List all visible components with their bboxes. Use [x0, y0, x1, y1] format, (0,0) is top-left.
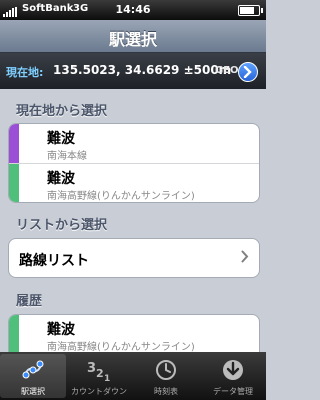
- station-name: 難波: [47, 171, 75, 187]
- station-row[interactable]: 難波 南海高野線(りんかんサンライン): [9, 164, 259, 202]
- tab-label: 時刻表: [154, 387, 178, 396]
- station-row[interactable]: 難波 南海高野線(りんかんサンライン): [9, 315, 259, 355]
- timetable-icon: [156, 360, 176, 380]
- tab-timetable[interactable]: 時刻表: [133, 354, 199, 398]
- download-icon: [223, 360, 243, 380]
- battery-icon: [238, 5, 263, 16]
- route-list-group: 路線リスト: [8, 238, 260, 278]
- location-coordinates: 135.5023, 34.6629 ±500m: [53, 63, 232, 77]
- page-title: 駅選択: [108, 30, 157, 49]
- line-color-bar: [9, 315, 19, 354]
- countdown-icon: 3 2 1: [87, 361, 110, 382]
- status-time: 14:46: [115, 3, 151, 16]
- line-name: 南海高野線(りんかんサンライン): [47, 191, 195, 202]
- station-name: 難波: [47, 131, 75, 147]
- location-label: 現在地:: [6, 66, 44, 79]
- station-select-icon: [22, 360, 44, 379]
- route-list-row[interactable]: 路線リスト: [9, 239, 259, 277]
- tab-label: データ管理: [213, 387, 253, 396]
- navigation-bar: 駅選択: [0, 20, 266, 53]
- station-row[interactable]: 難波 南海本線: [9, 124, 259, 164]
- tab-station-select[interactable]: 駅選択: [0, 354, 66, 398]
- line-name: 南海本線: [47, 151, 87, 162]
- tab-bar: 駅選択 3 2 1 カウントダウン 時刻表 データ管理: [0, 352, 266, 400]
- current-location-station-list: 難波 南海本線 難波 南海高野線(りんかんサンライン): [8, 123, 260, 203]
- tab-label: 駅選択: [21, 387, 45, 396]
- geo-label: GEO: [215, 65, 239, 76]
- route-list-label: 路線リスト: [19, 253, 89, 269]
- svg-text:2: 2: [96, 367, 104, 380]
- station-name: 難波: [47, 322, 75, 338]
- line-color-bar: [9, 124, 19, 163]
- status-bar: SoftBank 3G 14:46: [0, 0, 266, 20]
- chevron-right-icon: [243, 66, 252, 78]
- svg-text:1: 1: [104, 374, 110, 382]
- line-name: 南海高野線(りんかんサンライン): [47, 342, 195, 353]
- geo-detail-button[interactable]: [238, 62, 258, 82]
- section-header-list: リストから選択: [16, 218, 108, 233]
- tab-countdown[interactable]: 3 2 1 カウントダウン: [66, 354, 132, 398]
- line-color-bar: [9, 164, 19, 202]
- current-location-bar: 現在地: 135.5023, 34.6629 ±500m GEO: [0, 53, 266, 89]
- tab-label: カウントダウン: [71, 387, 127, 396]
- tab-data-management[interactable]: データ管理: [200, 354, 266, 398]
- section-header-current-location: 現在地から選択: [16, 104, 108, 119]
- section-header-history: 履歴: [16, 294, 43, 309]
- svg-text:3: 3: [87, 361, 96, 376]
- chevron-right-icon: [241, 250, 249, 263]
